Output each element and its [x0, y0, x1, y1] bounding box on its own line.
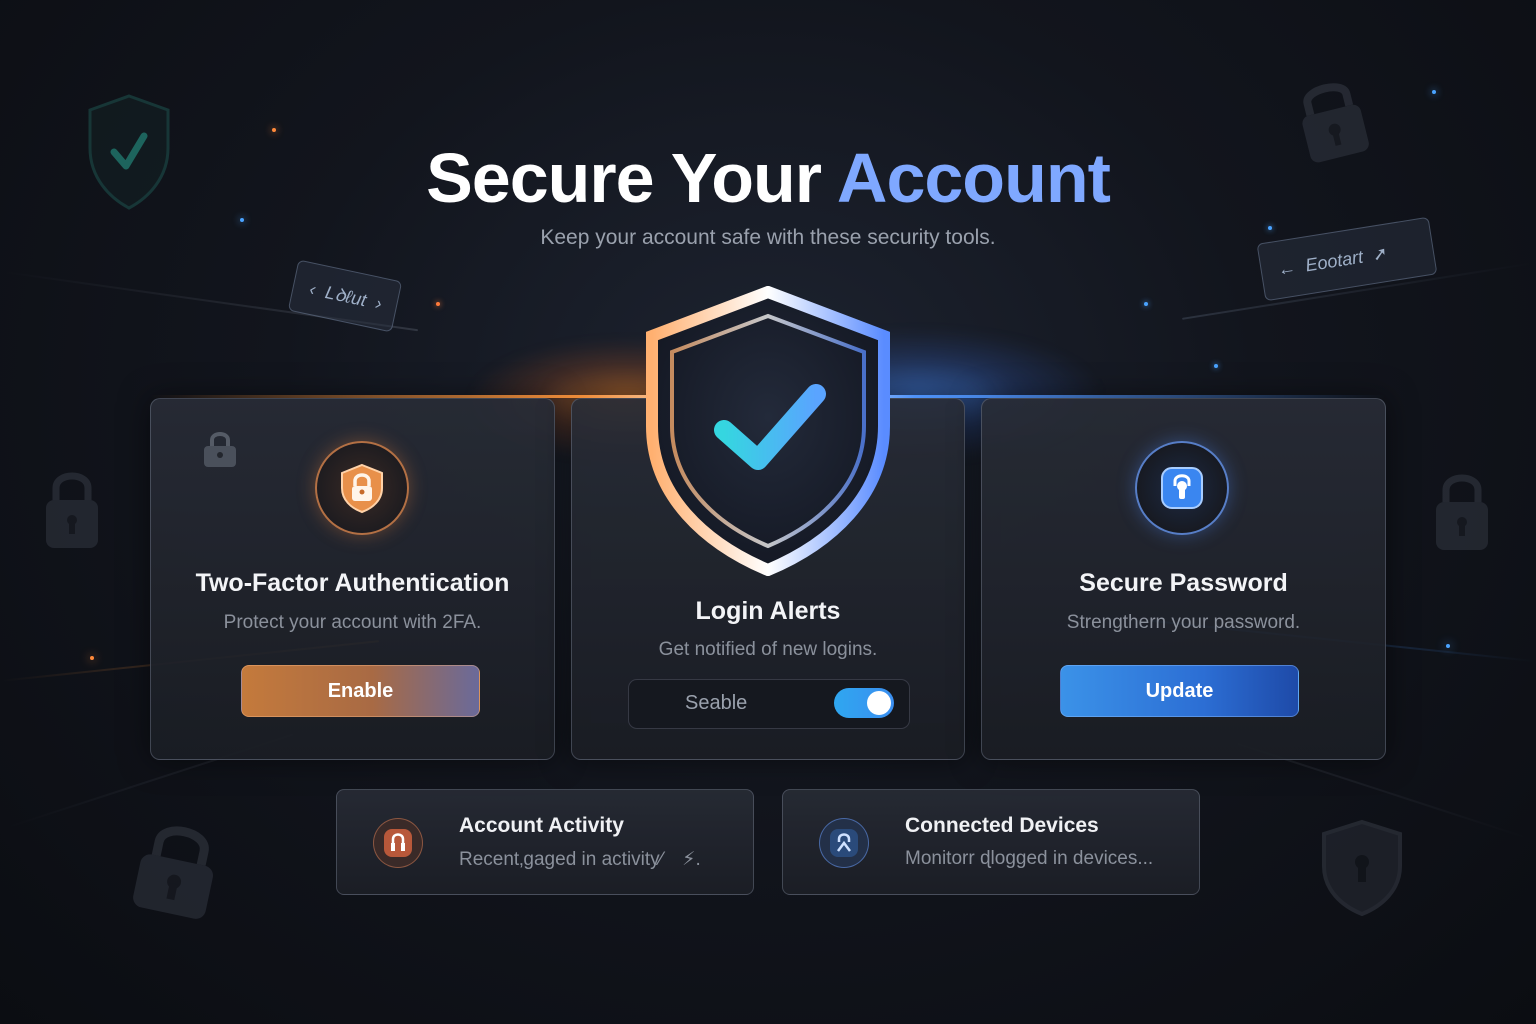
card-title: Secure Password	[1079, 569, 1288, 597]
shield-check-icon	[646, 286, 890, 576]
toggle-knob	[867, 691, 891, 715]
card-secure-password: Secure Password Strengthern your passwor…	[981, 398, 1386, 760]
lock-icon	[830, 829, 858, 857]
toggle-label: Seable	[685, 692, 748, 714]
background-lock-icon	[46, 472, 98, 548]
keyhole-icon	[1161, 467, 1203, 509]
connected-devices-description: Monitorr ɖlogged in devices...	[905, 848, 1154, 869]
chevron-right-icon: ›	[373, 292, 384, 314]
update-button[interactable]: Update	[1060, 665, 1299, 717]
connected-devices-title: Connected Devices	[905, 814, 1099, 837]
background-lock-icon	[1436, 474, 1488, 550]
trailing-mark: ⚡.	[682, 849, 701, 870]
two-factor-icon-ring	[315, 441, 409, 535]
card-description: Get notified of new logins.	[658, 639, 878, 660]
small-lock-icon	[204, 432, 236, 467]
account-activity-title: Account Activity	[459, 814, 624, 837]
connected-devices-icon-ring	[819, 818, 869, 868]
login-alerts-toggle[interactable]	[834, 688, 894, 718]
secure-password-icon-ring	[1135, 441, 1229, 535]
page-subtitle: Keep your account safe with these securi…	[540, 226, 996, 249]
connected-devices-card[interactable]: Connected Devices Monitorr ɖlogged in de…	[782, 789, 1200, 895]
account-activity-card[interactable]: Account Activity Recent‚ɡaged in activit…	[336, 789, 754, 895]
account-activity-description: Recent‚ɡaged in activity⁄ ⚡.	[459, 849, 701, 870]
card-description: Protect your account with 2FA.	[223, 612, 482, 633]
card-title: Two-Factor Authentication	[195, 569, 510, 597]
enable-button[interactable]: Enable	[241, 665, 480, 717]
card-two-factor: Two-Factor Authentication Protect your a…	[150, 398, 555, 760]
arrow-left-icon: ←	[1276, 256, 1298, 280]
background-shield-icon	[1322, 819, 1402, 916]
chevron-left-icon: ‹	[307, 278, 318, 300]
login-alerts-toggle-row: Seable	[628, 679, 910, 729]
account-activity-icon-ring	[373, 818, 423, 868]
page-title: Secure Your Account	[426, 139, 1111, 217]
lock-icon	[341, 463, 383, 514]
card-description: Strengthern your password.	[1066, 612, 1301, 633]
lock-icon	[384, 829, 412, 857]
card-title: Login Alerts	[695, 597, 841, 625]
